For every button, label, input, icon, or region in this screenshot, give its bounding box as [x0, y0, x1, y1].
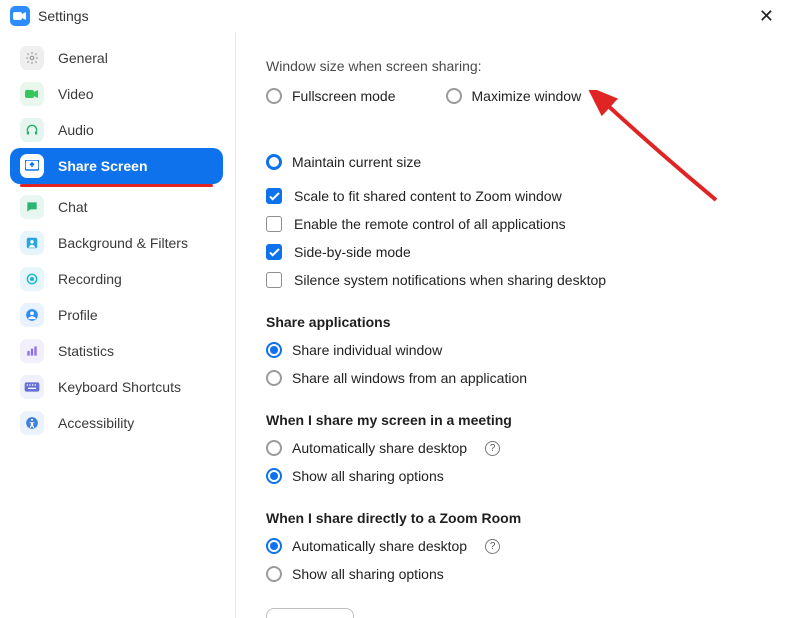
accessibility-icon	[20, 411, 44, 435]
sidebar-item-video[interactable]: Video	[10, 76, 223, 112]
sidebar-item-label: Video	[58, 86, 94, 102]
radio-meeting-auto[interactable]: Automatically share desktop ?	[266, 440, 776, 456]
radio-icon	[266, 538, 282, 554]
sidebar-item-label: Audio	[58, 122, 94, 138]
gear-icon	[20, 46, 44, 70]
help-icon[interactable]: ?	[485, 539, 500, 554]
radio-label: Share individual window	[292, 342, 442, 358]
checkbox-icon	[266, 244, 282, 260]
advanced-button[interactable]: Advanced	[266, 608, 354, 618]
sidebar-item-profile[interactable]: Profile	[10, 297, 223, 333]
radio-fullscreen[interactable]: Fullscreen mode	[266, 88, 396, 104]
radio-meeting-show[interactable]: Show all sharing options	[266, 468, 776, 484]
window-size-label: Window size when screen sharing:	[266, 58, 776, 74]
sidebar-item-accessibility[interactable]: Accessibility	[10, 405, 223, 441]
radio-icon	[446, 88, 462, 104]
share-room-heading: When I share directly to a Zoom Room	[266, 510, 776, 526]
check-label: Silence system notifications when sharin…	[294, 272, 606, 288]
titlebar: Settings ✕	[0, 0, 790, 32]
checkbox-icon	[266, 216, 282, 232]
close-icon[interactable]: ✕	[753, 6, 780, 27]
window-title: Settings	[38, 8, 89, 24]
statistics-icon	[20, 339, 44, 363]
chat-icon	[20, 195, 44, 219]
radio-label: Maximize window	[472, 88, 582, 104]
radio-label: Maintain current size	[292, 154, 421, 170]
check-label: Scale to fit shared content to Zoom wind…	[294, 188, 562, 204]
radio-share-individual[interactable]: Share individual window	[266, 342, 776, 358]
content-panel: Window size when screen sharing: Fullscr…	[236, 32, 790, 618]
radio-icon	[266, 154, 282, 170]
sidebar-item-chat[interactable]: Chat	[10, 189, 223, 225]
radio-icon	[266, 342, 282, 358]
sidebar-item-keyboard-shortcuts[interactable]: Keyboard Shortcuts	[10, 369, 223, 405]
check-scale[interactable]: Scale to fit shared content to Zoom wind…	[266, 188, 776, 204]
radio-label: Share all windows from an application	[292, 370, 527, 386]
sidebar-item-label: Statistics	[58, 343, 114, 359]
radio-icon	[266, 566, 282, 582]
sidebar-item-statistics[interactable]: Statistics	[10, 333, 223, 369]
radio-icon	[266, 88, 282, 104]
sidebar-item-background-filters[interactable]: Background & Filters	[10, 225, 223, 261]
headphones-icon	[20, 118, 44, 142]
radio-room-show[interactable]: Show all sharing options	[266, 566, 776, 582]
sidebar-item-general[interactable]: General	[10, 40, 223, 76]
sidebar-item-label: Recording	[58, 271, 122, 287]
sidebar-item-label: Keyboard Shortcuts	[58, 379, 181, 395]
share-screen-icon	[20, 154, 44, 178]
radio-label: Automatically share desktop	[292, 538, 467, 554]
recording-icon	[20, 267, 44, 291]
sidebar-item-label: Profile	[58, 307, 98, 323]
sidebar-item-recording[interactable]: Recording	[10, 261, 223, 297]
radio-share-all-windows[interactable]: Share all windows from an application	[266, 370, 776, 386]
check-label: Enable the remote control of all applica…	[294, 216, 566, 232]
radio-label: Show all sharing options	[292, 468, 444, 484]
keyboard-icon	[20, 375, 44, 399]
help-icon[interactable]: ?	[485, 441, 500, 456]
radio-maintain[interactable]: Maintain current size	[266, 154, 421, 170]
radio-label: Automatically share desktop	[292, 440, 467, 456]
check-label: Side-by-side mode	[294, 244, 411, 260]
sidebar-item-label: Background & Filters	[58, 235, 188, 251]
check-sbs[interactable]: Side-by-side mode	[266, 244, 776, 260]
annotation-underline	[20, 184, 213, 187]
sidebar-item-audio[interactable]: Audio	[10, 112, 223, 148]
sidebar-item-label: Chat	[58, 199, 88, 215]
zoom-app-icon	[10, 6, 30, 26]
sidebar-item-label: General	[58, 50, 108, 66]
sidebar-item-label: Share Screen	[58, 158, 148, 174]
video-icon	[20, 82, 44, 106]
radio-label: Fullscreen mode	[292, 88, 396, 104]
radio-icon	[266, 440, 282, 456]
window-size-radio-group: Fullscreen mode Maximize window Maintain…	[266, 88, 776, 170]
background-filters-icon	[20, 231, 44, 255]
profile-icon	[20, 303, 44, 327]
share-apps-heading: Share applications	[266, 314, 776, 330]
checkbox-icon	[266, 272, 282, 288]
radio-icon	[266, 370, 282, 386]
check-silence[interactable]: Silence system notifications when sharin…	[266, 272, 776, 288]
share-meeting-heading: When I share my screen in a meeting	[266, 412, 776, 428]
radio-label: Show all sharing options	[292, 566, 444, 582]
radio-icon	[266, 468, 282, 484]
sidebar-item-share-screen[interactable]: Share Screen	[10, 148, 223, 184]
radio-maximize[interactable]: Maximize window	[446, 88, 582, 104]
sidebar-item-label: Accessibility	[58, 415, 134, 431]
check-remote[interactable]: Enable the remote control of all applica…	[266, 216, 776, 232]
sidebar: General Video Audio Share Screen Ch	[0, 32, 236, 618]
radio-room-auto[interactable]: Automatically share desktop ?	[266, 538, 776, 554]
checkbox-icon	[266, 188, 282, 204]
